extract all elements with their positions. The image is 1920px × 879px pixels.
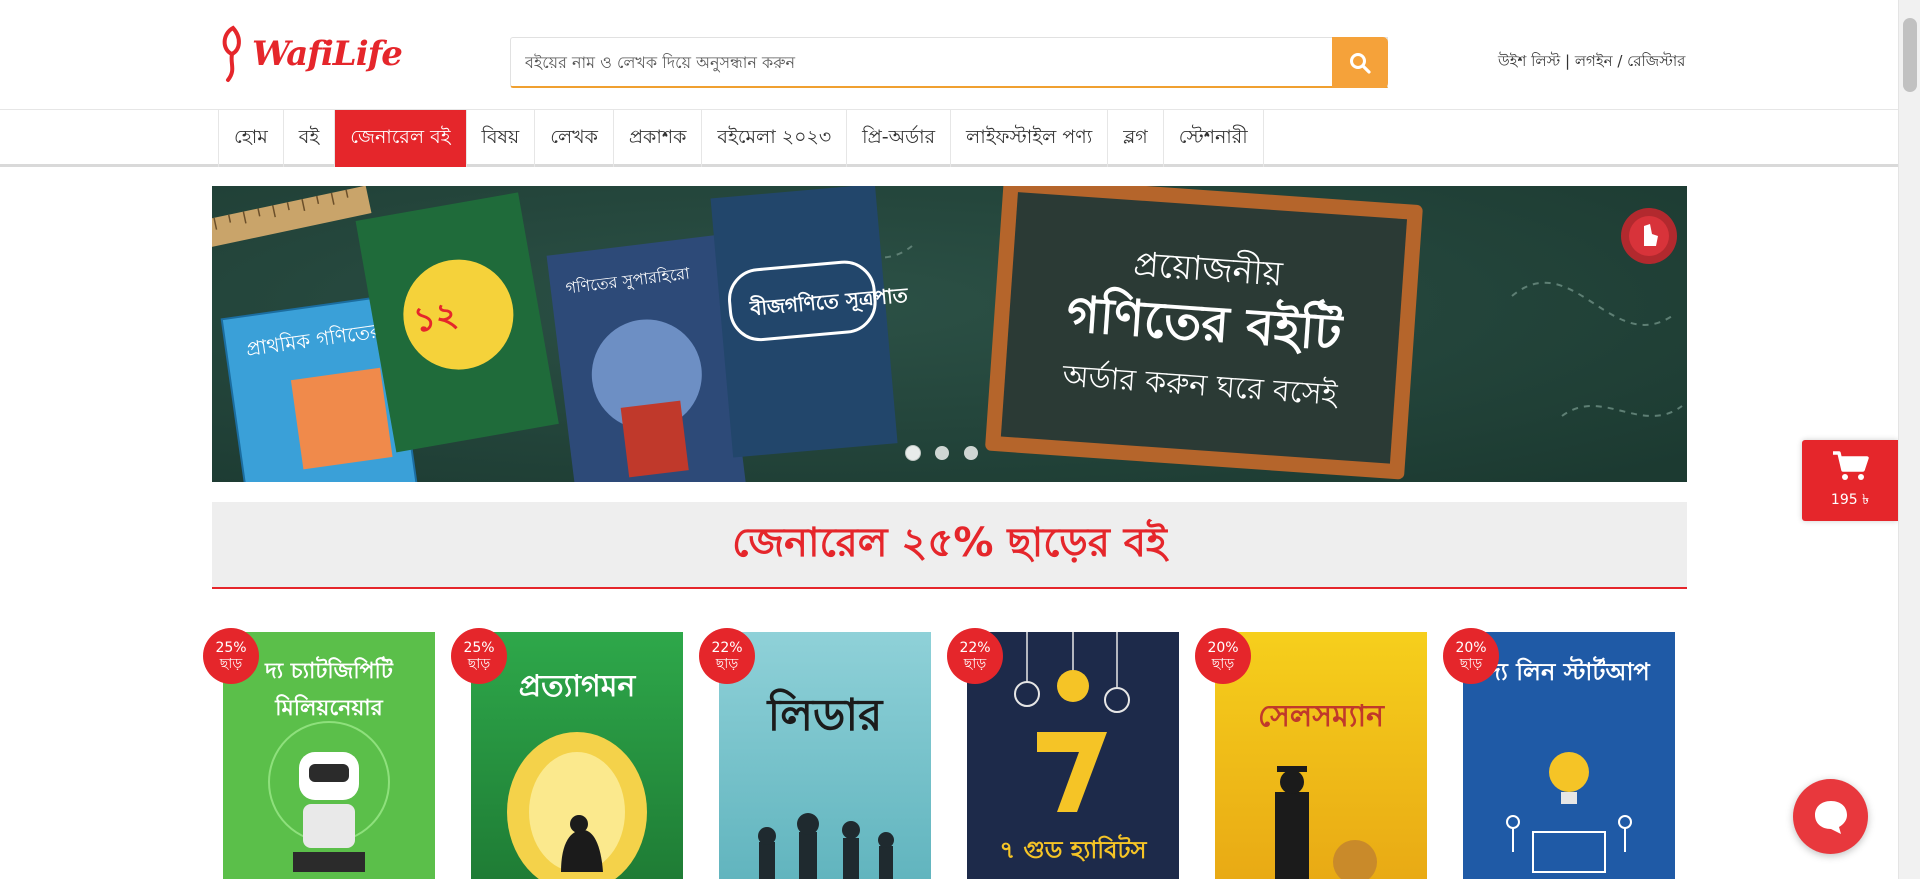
- search-button[interactable]: [1332, 37, 1388, 88]
- nav-item-authors[interactable]: লেখক: [535, 110, 614, 167]
- discount-percent: 20%: [1455, 640, 1487, 656]
- nav-item-pre-order[interactable]: প্রি-অর্ডার: [847, 110, 952, 167]
- chat-icon: [1814, 800, 1847, 834]
- nav-item-blog[interactable]: ব্লগ: [1108, 110, 1164, 167]
- wishlist-link[interactable]: উইশ লিস্ট: [1498, 52, 1560, 70]
- prayer-illustration-icon: [507, 732, 647, 879]
- logo-text: WafiLife: [252, 34, 403, 74]
- search-icon: [1350, 52, 1371, 74]
- nav-menu: হোম বই জেনারেল বই বিষয় লেখক প্রকাশক বইম…: [218, 110, 1264, 167]
- separator: /: [1612, 52, 1628, 70]
- discount-badge: 20% ছাড়: [1195, 628, 1251, 684]
- product-card[interactable]: 25% ছাড় দ্য চ্যাটজিপিটি মিলিয়নেয়ার: [203, 628, 435, 879]
- user-links: উইশ লিস্ট | লগইন / রেজিস্টার: [1498, 50, 1685, 75]
- tap-hand-icon: [1621, 208, 1677, 264]
- nav-item-home[interactable]: হোম: [219, 110, 284, 167]
- discount-label: ছাড়: [219, 656, 243, 672]
- register-link[interactable]: রেজিস্টার: [1627, 52, 1685, 70]
- banner-book-3: গণিতের সুপারহিরো: [546, 235, 746, 482]
- carousel-dot-2[interactable]: [935, 446, 949, 460]
- search-box: [510, 37, 1388, 88]
- discount-label: ছাড়: [467, 656, 491, 672]
- page-scrollbar[interactable]: [1898, 0, 1920, 879]
- product-card[interactable]: 20% ছাড় দ্য লিন স্টার্টআপ: [1443, 628, 1675, 879]
- cover-title: ৭ গুড হ্যাবিটস: [999, 836, 1147, 864]
- carousel-dot-1[interactable]: [906, 446, 920, 460]
- svg-text:১২: ১২: [410, 294, 460, 341]
- discount-percent: 25%: [463, 640, 495, 656]
- floating-cart[interactable]: 195 ৳: [1802, 440, 1898, 521]
- nav-item-books[interactable]: বই: [284, 110, 336, 167]
- discount-percent: 25%: [215, 640, 247, 656]
- discount-label: ছাড়: [715, 656, 739, 672]
- salesman-illustration-icon: [1275, 766, 1377, 879]
- discount-badge: 22% ছাড়: [947, 628, 1003, 684]
- nav-item-lifestyle[interactable]: লাইফস্টাইল পণ্য: [951, 110, 1109, 167]
- discount-percent: 22%: [959, 640, 991, 656]
- chalkboard: প্রয়োজনীয় গণিতের বইটি অর্ডার করুন ঘরে …: [985, 186, 1423, 480]
- separator: |: [1560, 52, 1575, 70]
- nav-item-general-books[interactable]: জেনারেল বই: [335, 110, 467, 167]
- hero-banner[interactable]: প্রাথমিক গণিতের ভিত্তি ১২ গণিতের সুপারহি…: [212, 186, 1687, 482]
- nav-item-stationery[interactable]: স্টেশনারী: [1164, 110, 1264, 167]
- cart-amount: 195 ৳: [1830, 491, 1870, 508]
- scrollbar-thumb[interactable]: [1903, 18, 1917, 92]
- discount-badge: 25% ছাড়: [203, 628, 259, 684]
- carousel-dot-3[interactable]: [964, 446, 978, 460]
- product-card[interactable]: 20% ছাড় সেলসম্যান: [1195, 628, 1427, 879]
- cover-title: লিডার: [767, 690, 883, 741]
- chat-button[interactable]: [1793, 779, 1868, 854]
- section-header: জেনারেল ২৫% ছাড়ের বই: [212, 502, 1687, 589]
- discount-badge: 22% ছাড়: [699, 628, 755, 684]
- cover-title: সেলসম্যান: [1257, 699, 1385, 734]
- nav-item-publishers[interactable]: প্রকাশক: [614, 110, 703, 167]
- product-list: 25% ছাড় দ্য চ্যাটজিপিটি মিলিয়নেয়ার 25…: [0, 628, 1898, 879]
- chess-pieces-icon: [758, 813, 894, 879]
- carousel-dots: [906, 446, 978, 460]
- discount-label: ছাড়: [963, 656, 987, 672]
- login-link[interactable]: লগইন: [1575, 52, 1613, 70]
- cart-icon: [1833, 450, 1869, 480]
- product-card[interactable]: 22% ছাড় লিডার: [699, 628, 931, 879]
- banner-artwork: প্রাথমিক গণিতের ভিত্তি ১২ গণিতের সুপারহি…: [212, 186, 1687, 482]
- product-card[interactable]: 25% ছাড় প্রত্যাগমন: [451, 628, 683, 879]
- discount-percent: 22%: [711, 640, 743, 656]
- nav-item-subjects[interactable]: বিষয়: [467, 110, 536, 167]
- section-title: জেনারেল ২৫% ছাড়ের বই: [732, 520, 1167, 566]
- discount-label: ছাড়: [1211, 656, 1235, 672]
- discount-percent: 20%: [1207, 640, 1239, 656]
- site-header: WafiLife উইশ লিস্ট | লগইন / রেজিস্টার: [0, 0, 1898, 110]
- main-nav: হোম বই জেনারেল বই বিষয় লেখক প্রকাশক বইম…: [0, 109, 1898, 167]
- discount-label: ছাড়: [1459, 656, 1483, 672]
- logo[interactable]: WafiLife: [218, 22, 403, 86]
- search-input[interactable]: [511, 38, 1387, 86]
- product-card[interactable]: 22% ছাড় ৭ গুড হ্যাবিটস: [947, 628, 1179, 879]
- discount-badge: 20% ছাড়: [1443, 628, 1499, 684]
- logo-mark-icon: [222, 25, 241, 82]
- startup-lightbulb-icon: [1506, 752, 1632, 873]
- robot-illustration-icon: [268, 721, 390, 872]
- nav-item-book-fair[interactable]: বইমেলা ২০২৩: [702, 110, 848, 167]
- discount-badge: 25% ছাড়: [451, 628, 507, 684]
